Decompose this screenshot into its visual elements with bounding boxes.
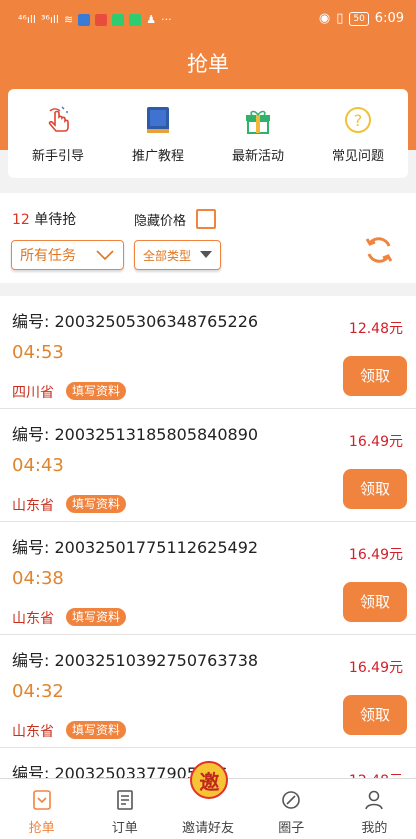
order-tag: 填写资料 xyxy=(66,495,127,513)
nav-circle[interactable]: 圈子 xyxy=(250,779,333,839)
order-tag: 填写资料 xyxy=(66,721,127,739)
order-item: 编号: 20032513185805840890 16.49元 04:43 山东… xyxy=(0,409,416,522)
quick-label: 最新活动 xyxy=(231,149,284,164)
quick-label: 新手引导 xyxy=(31,149,84,164)
wechat-icon xyxy=(112,13,125,26)
wifi-icon: ≋ xyxy=(64,13,74,26)
bottom-nav: 抢单 订单 邀 邀请好友 圈子 我的 xyxy=(0,761,416,839)
book-icon xyxy=(147,107,169,133)
signal-icon: ⁴⁶ıll xyxy=(18,13,36,26)
quick-item-faq[interactable]: ? 常见问题 xyxy=(308,89,408,178)
user-icon xyxy=(365,790,384,810)
order-item: 编号: 200325053063487652​26 12.48元 04:53 四… xyxy=(0,296,416,409)
order-list: 编号: 200325053063487652​26 12.48元 04:53 四… xyxy=(0,296,416,839)
order-price: 16.49元 xyxy=(348,547,403,563)
type-filter-value: 全部类型 xyxy=(143,248,192,263)
order-countdown: 04:43 xyxy=(12,455,64,476)
quick-item-activity[interactable]: 最新活动 xyxy=(208,89,308,178)
pending-suffix: 单待抢 xyxy=(29,212,77,228)
order-tag: 填写资料 xyxy=(66,608,127,626)
question-icon: ? xyxy=(345,107,371,133)
order-tag: 填写资料 xyxy=(66,382,127,400)
vibrate-icon: ▯ xyxy=(336,11,344,26)
order-price: 12.48元 xyxy=(348,321,403,337)
invite-badge-icon: 邀 xyxy=(190,761,229,799)
claim-button[interactable]: 领取 xyxy=(343,469,407,509)
order-countdown: 04:53 xyxy=(12,342,64,363)
order-id: 编号: 20032501775112625492 xyxy=(12,538,259,557)
battery-icon: 50 xyxy=(349,11,369,26)
order-countdown: 04:32 xyxy=(12,681,64,702)
status-right-icons: ◉ ▯ 50 6:09 xyxy=(319,11,404,26)
filter-panel: 12 单待抢 隐藏价格 所有任务 全部类型 xyxy=(0,193,416,283)
task-filter-select[interactable]: 所有任务 xyxy=(11,240,124,270)
order-region: 山东省 xyxy=(12,724,54,740)
order-countdown: 04:38 xyxy=(12,568,64,589)
nav-invite-friends[interactable]: 邀 邀请好友 xyxy=(166,761,249,839)
quick-label: 推广教程 xyxy=(131,149,184,164)
eye-icon: ◉ xyxy=(318,11,331,26)
order-price: 16.49元 xyxy=(348,434,403,450)
nav-grab-order[interactable]: 抢单 xyxy=(0,779,83,839)
app-notification-icon xyxy=(95,13,108,26)
order-id: 编号: 20032510392750763738 xyxy=(12,651,259,670)
page-title: 抢单 xyxy=(187,52,229,76)
quick-item-tutorial[interactable]: 推广教程 xyxy=(108,89,208,178)
chevron-down-icon xyxy=(96,250,114,261)
hide-price-checkbox[interactable] xyxy=(196,209,217,229)
gift-icon xyxy=(246,110,270,134)
status-bar: ⁴⁶ıll ³⁶ıll ≋ ♟ ··· ◉ ▯ 50 6:09 xyxy=(0,0,416,40)
app-notification-icon xyxy=(129,13,142,26)
grab-order-icon xyxy=(32,790,51,810)
order-region: 山东省 xyxy=(12,611,54,627)
pending-count: 12 单待抢 xyxy=(12,209,76,229)
pending-number: 12 xyxy=(12,212,30,228)
order-item: 编号: 20032501775112625492 16.49元 04:38 山东… xyxy=(0,522,416,635)
claim-button[interactable]: 领取 xyxy=(343,356,407,396)
quick-label: 常见问题 xyxy=(331,149,384,164)
order-id: 编号: 20032513185805840890 xyxy=(12,425,259,444)
type-filter-select[interactable]: 全部类型 xyxy=(134,240,221,270)
more-notifications-icon: ··· xyxy=(161,13,172,26)
nav-label: 圈子 xyxy=(278,821,305,836)
order-region: 四川省 xyxy=(12,385,54,401)
quick-item-guide[interactable]: 新手引导 xyxy=(8,89,108,178)
status-left-icons: ⁴⁶ıll ³⁶ıll ≋ ♟ ··· xyxy=(18,13,172,26)
claim-button[interactable]: 领取 xyxy=(343,695,407,735)
order-id: 编号: 200325053063487652​26 xyxy=(12,312,259,331)
order-price: 16.49元 xyxy=(348,660,403,676)
tap-hand-icon xyxy=(48,106,69,132)
nav-orders[interactable]: 订单 xyxy=(83,779,166,839)
nav-label: 订单 xyxy=(111,821,138,836)
quick-menu: 新手引导 推广教程 最新活动 ? 常见问题 xyxy=(8,89,408,178)
hide-price-toggle[interactable]: 隐藏价格 xyxy=(134,209,217,229)
app-notification-icon xyxy=(78,13,91,26)
task-filter-value: 所有任务 xyxy=(20,248,76,264)
refresh-icon[interactable] xyxy=(362,233,396,267)
nav-label: 我的 xyxy=(361,821,388,836)
hide-price-label: 隐藏价格 xyxy=(134,213,187,229)
order-region: 山东省 xyxy=(12,498,54,514)
qq-icon: ♟ xyxy=(146,13,157,26)
nav-label: 邀请好友 xyxy=(182,821,235,836)
nav-label: 抢单 xyxy=(28,821,55,836)
circle-icon xyxy=(282,791,301,809)
svg-text:?: ? xyxy=(354,111,363,130)
order-item: 编号: 20032510392750763738 16.49元 04:32 山东… xyxy=(0,635,416,748)
caret-down-icon xyxy=(200,251,212,258)
claim-button[interactable]: 领取 xyxy=(343,582,407,622)
clock: 6:09 xyxy=(374,11,404,26)
order-list-icon xyxy=(116,790,133,810)
signal-2-icon: ³⁶ıll xyxy=(41,13,59,26)
nav-mine[interactable]: 我的 xyxy=(333,779,416,839)
